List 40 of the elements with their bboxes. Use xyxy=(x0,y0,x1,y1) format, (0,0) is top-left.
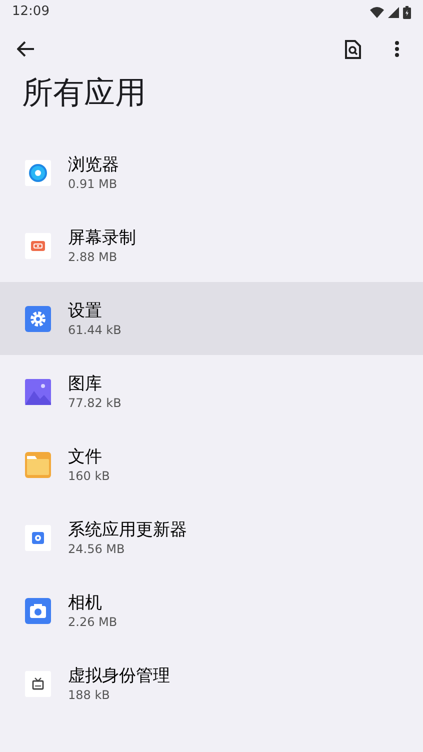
app-name: 文件 xyxy=(68,446,103,468)
app-size: 188 kB xyxy=(68,686,111,702)
wifi-icon xyxy=(370,6,384,18)
app-list-item[interactable]: 相机 2.26 MB xyxy=(0,574,423,647)
gallery-icon xyxy=(25,378,51,404)
app-size: 0.91 MB xyxy=(68,176,118,192)
gear-icon xyxy=(25,524,51,550)
app-name: 设置 xyxy=(68,300,103,322)
app-list-item[interactable]: 系统应用更新器 24.56 MB xyxy=(0,501,423,574)
app-list-item[interactable]: 虚拟身份管理 188 kB xyxy=(0,647,423,720)
folder-icon xyxy=(25,452,51,478)
app-name: 屏幕录制 xyxy=(68,226,136,248)
app-name: 虚拟身份管理 xyxy=(68,664,170,686)
browser-icon xyxy=(25,160,51,186)
search-icon xyxy=(345,40,361,58)
gear-icon xyxy=(25,306,51,332)
app-size: 160 kB xyxy=(68,468,110,484)
app-name: 系统应用更新器 xyxy=(68,518,187,540)
app-size: 77.82 kB xyxy=(68,394,122,410)
app-size: 61.44 kB xyxy=(68,322,122,338)
app-list-item[interactable]: 文件 160 kB xyxy=(0,428,423,501)
app-list-item[interactable]: 图库 77.82 kB xyxy=(0,355,423,428)
app-name: 图库 xyxy=(68,372,103,394)
tv-icon xyxy=(25,670,51,696)
app-name: 相机 xyxy=(68,592,103,614)
app-list-item[interactable]: 屏幕录制 2.88 MB xyxy=(0,209,423,282)
app-size: 24.56 MB xyxy=(68,540,126,556)
more-icon xyxy=(395,41,399,57)
app-size: 2.88 MB xyxy=(68,248,118,264)
status-time: 12:09 xyxy=(12,3,50,22)
app-list-item[interactable]: 浏览器 0.91 MB xyxy=(0,136,423,209)
back-arrow-icon xyxy=(17,41,35,57)
battery-icon xyxy=(403,6,411,18)
page-title: 所有应用 xyxy=(22,74,147,113)
signal-icon xyxy=(388,6,399,18)
app-name: 浏览器 xyxy=(68,154,119,176)
app-list-item[interactable]: 设置 61.44 kB xyxy=(0,282,423,355)
app-size: 2.26 MB xyxy=(68,614,118,630)
camera-icon xyxy=(25,598,51,624)
screen-recorder-icon xyxy=(25,232,51,258)
